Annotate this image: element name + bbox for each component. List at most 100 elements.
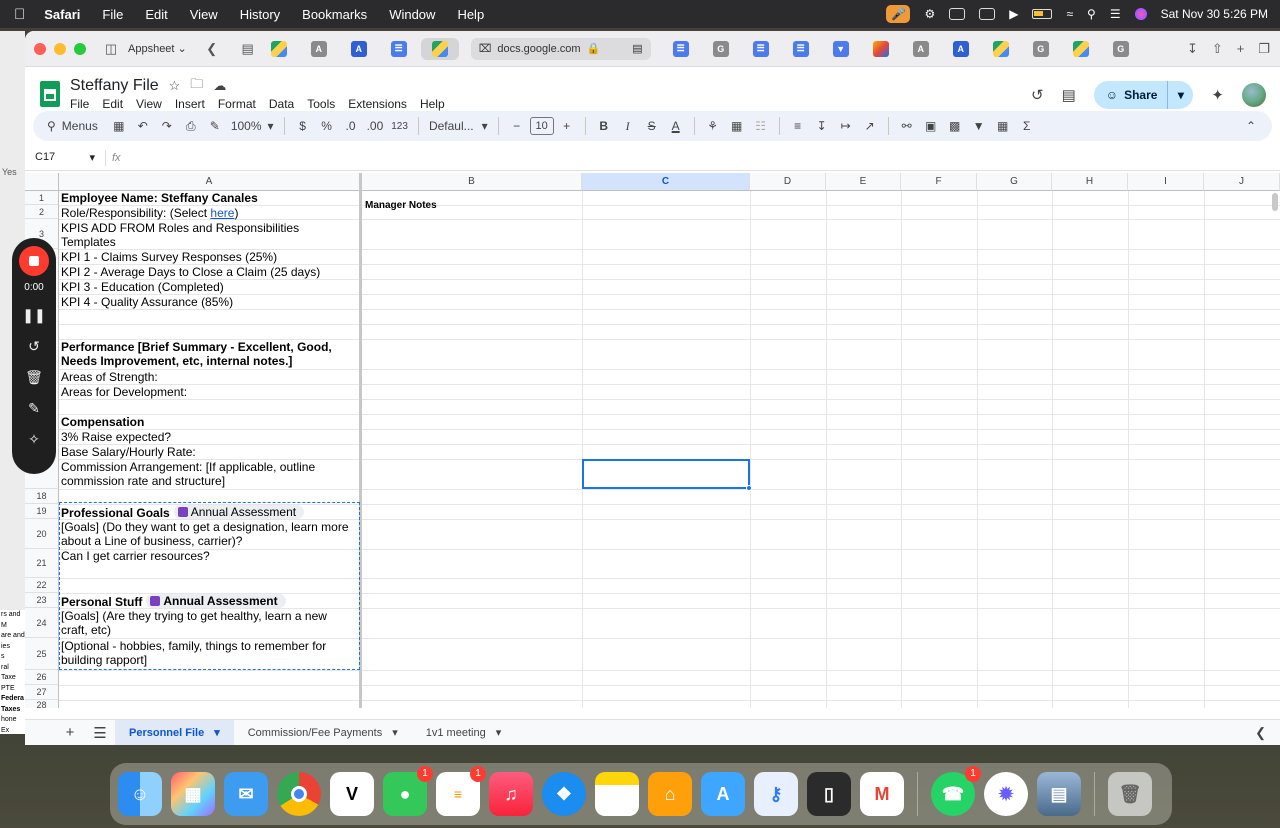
filter-views-icon[interactable]: ▦ <box>992 115 1014 137</box>
passwords-icon[interactable]: ⚷ <box>754 772 798 816</box>
preview-icon[interactable]: ▤ <box>1037 772 1081 816</box>
sheets-menu-edit[interactable]: Edit <box>102 97 123 111</box>
gear-icon[interactable]: ⚙ <box>924 7 935 21</box>
tab-app-icon[interactable]: A <box>952 40 969 57</box>
menu-file[interactable]: File <box>91 7 134 22</box>
column-header-c[interactable]: C <box>582 173 750 191</box>
column-header-j[interactable]: J <box>1204 173 1280 191</box>
menus-search[interactable]: ⚲ Menus <box>43 115 106 137</box>
sheets-menu-help[interactable]: Help <box>420 97 445 111</box>
number-format-button[interactable]: 123 <box>388 115 411 137</box>
increase-font-size-icon[interactable]: + <box>556 115 578 137</box>
row-header[interactable]: 20 <box>25 519 59 549</box>
cell-raise[interactable]: 3% Raise expected? <box>61 430 171 444</box>
undo-icon[interactable]: ↶ <box>132 115 154 137</box>
share-icon[interactable]: ⇧ <box>1212 41 1223 57</box>
sheets-menu-format[interactable]: Format <box>218 97 256 111</box>
menu-view[interactable]: View <box>179 7 229 22</box>
row-header[interactable]: 2 <box>25 205 59 219</box>
profile-selector[interactable]: Appsheet ⌄ <box>128 42 187 56</box>
chrome-icon[interactable] <box>277 772 321 816</box>
tab-drive-icon[interactable] <box>1072 40 1089 57</box>
star-icon[interactable]: ☆ <box>169 78 181 94</box>
cell-a3[interactable]: KPIS ADD FROM Roles and Responsibilities… <box>61 221 299 249</box>
row-header[interactable]: 22 <box>25 578 59 593</box>
tab-active[interactable] <box>420 37 459 60</box>
percent-format-button[interactable]: % <box>316 115 338 137</box>
app-store-icon[interactable]: A <box>701 772 745 816</box>
sheets-menu-tools[interactable]: Tools <box>307 97 335 111</box>
close-tab-icon[interactable]: ⌧ <box>479 42 492 55</box>
column-header-h[interactable]: H <box>1052 173 1128 191</box>
print-icon[interactable]: ⎙ <box>180 115 202 137</box>
microphone-icon[interactable]: 🎤 <box>886 5 911 23</box>
battery-icon[interactable] <box>1032 9 1053 19</box>
sheets-logo-icon[interactable] <box>40 81 60 107</box>
home-icon[interactable]: ⌂ <box>648 772 692 816</box>
sheets-menu-insert[interactable]: Insert <box>175 97 205 111</box>
pen-icon[interactable]: ✎ <box>28 400 40 417</box>
close-window-button[interactable] <box>34 42 46 55</box>
cell-strength[interactable]: Areas of Strength: <box>61 370 158 384</box>
vertical-scrollbar[interactable] <box>1272 193 1278 211</box>
column-header-f[interactable]: F <box>901 173 977 191</box>
menu-history[interactable]: History <box>229 7 291 22</box>
row-header[interactable]: 23 <box>25 593 59 608</box>
column-header-e[interactable]: E <box>826 173 901 191</box>
stop-recording-button[interactable] <box>19 246 49 276</box>
cell-performance[interactable]: Performance [Brief Summary - Excellent, … <box>61 340 332 368</box>
collapse-toolbar-icon[interactable]: ⌃ <box>1240 115 1262 137</box>
chevron-left-icon[interactable]: ❮ <box>1255 725 1280 741</box>
doc-title[interactable]: Steffany File <box>70 77 159 95</box>
messages-icon[interactable]: ● 1 <box>383 766 433 816</box>
move-folder-icon[interactable]: 🗀 <box>190 75 203 97</box>
cell-salary[interactable]: Base Salary/Hourly Rate: <box>61 445 196 459</box>
fill-color-icon[interactable]: ⚘ <box>702 115 724 137</box>
cell-b1-manager-notes[interactable]: Manager Notes <box>365 200 437 211</box>
insert-chart-icon[interactable]: ▩ <box>944 115 966 137</box>
strikethrough-button[interactable]: S <box>641 115 663 137</box>
sidebar-icon[interactable]: ◫ <box>100 40 122 58</box>
tab-1v1-meeting[interactable]: 1v1 meeting ▾ <box>412 720 515 746</box>
sheets-menu-data[interactable]: Data <box>269 97 294 111</box>
siri-icon[interactable] <box>1134 8 1147 20</box>
tab-docs-icon[interactable]: ☰ <box>672 40 689 57</box>
cell-development[interactable]: Areas for Development: <box>61 385 187 399</box>
cell-kpi-4[interactable]: KPI 4 - Quality Assurance (85%) <box>61 295 233 309</box>
cell-a1[interactable]: Employee Name: Steffany Canales <box>61 191 359 205</box>
add-sheet-icon[interactable]: + <box>55 724 85 741</box>
menu-bookmarks[interactable]: Bookmarks <box>291 7 378 22</box>
bold-button[interactable]: B <box>593 115 615 137</box>
name-box[interactable]: C17 ▾ <box>25 151 105 164</box>
tab-docs-icon[interactable]: ☰ <box>390 40 407 57</box>
menu-window[interactable]: Window <box>378 7 446 22</box>
column-header-a[interactable]: A <box>59 173 360 191</box>
menu-help[interactable]: Help <box>446 7 495 22</box>
decrease-font-size-icon[interactable]: − <box>506 115 528 137</box>
cell-compensation[interactable]: Compensation <box>61 415 144 429</box>
increase-decimal-button[interactable]: .00 <box>364 115 387 137</box>
tab-grid-icon[interactable]: ❐ <box>1258 41 1270 57</box>
menu-app-name[interactable]: Safari <box>33 7 91 22</box>
cell-kpi-2[interactable]: KPI 2 - Average Days to Close a Claim (2… <box>61 265 320 279</box>
avatar[interactable] <box>1242 83 1266 107</box>
safari-icon[interactable]: ❖ <box>542 772 586 816</box>
gmail-icon[interactable]: M <box>860 772 904 816</box>
menubar-clock[interactable]: Sat Nov 30 5:26 PM <box>1161 7 1268 21</box>
share-button[interactable]: ☺ Share ▾ <box>1093 81 1194 109</box>
address-bar[interactable]: ⌧ docs.google.com 🔒 ▤ <box>470 37 651 60</box>
cell-kpi-1[interactable]: KPI 1 - Claims Survey Responses (25%) <box>61 250 277 264</box>
trash-icon[interactable]: 🗑 <box>25 369 43 386</box>
row-header[interactable]: 26 <box>25 670 59 685</box>
iphone-mirroring-icon[interactable]: ▯ <box>807 772 851 816</box>
row-header[interactable]: 1 <box>25 191 59 205</box>
comments-icon[interactable]: ▤ <box>1062 86 1076 104</box>
tab-overview-icon[interactable]: ▤ <box>237 40 259 58</box>
sheets-menu-extensions[interactable]: Extensions <box>348 97 407 111</box>
row-header[interactable]: 21 <box>25 549 59 578</box>
font-select[interactable]: Defaul... ▾ <box>426 115 491 137</box>
notes-icon[interactable] <box>595 772 639 816</box>
role-link[interactable]: here <box>210 206 234 220</box>
search-icon[interactable]: ⚲ <box>1087 7 1096 21</box>
tab-commission-fee-payments[interactable]: Commission/Fee Payments ▾ <box>234 720 412 746</box>
